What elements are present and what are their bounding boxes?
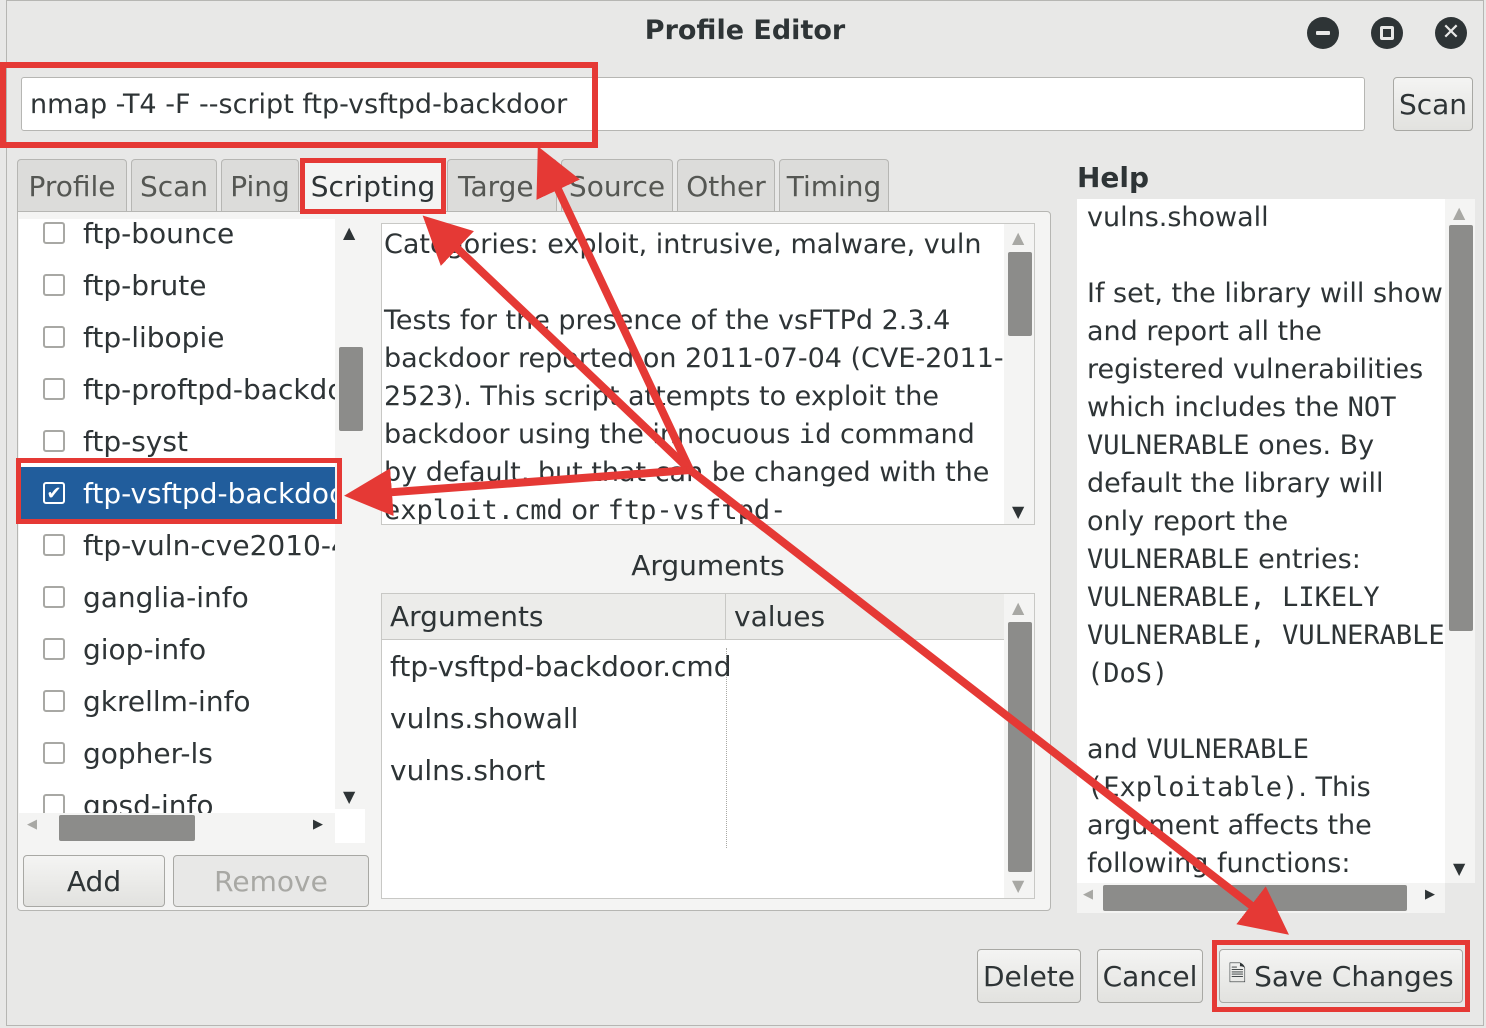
script-list-hscrollbar[interactable]: ◀ ▶ xyxy=(19,813,335,843)
script-list-vscrollbar[interactable]: ▲ ▼ xyxy=(335,219,365,809)
checkbox[interactable] xyxy=(43,586,65,608)
scroll-down-icon[interactable]: ▼ xyxy=(1012,502,1024,521)
scroll-thumb[interactable] xyxy=(1008,622,1032,872)
table-row[interactable]: vulns.short xyxy=(390,754,545,787)
tab-target[interactable]: Targe xyxy=(447,159,557,213)
delete-button[interactable]: Delete xyxy=(977,949,1081,1003)
checkbox[interactable] xyxy=(43,534,65,556)
save-icon: 🗎 xyxy=(1228,962,1247,987)
tab-scripting[interactable]: Scripting xyxy=(303,159,443,213)
scroll-up-icon[interactable]: ▲ xyxy=(1453,203,1465,222)
list-item[interactable]: ftp-bounce xyxy=(19,219,335,259)
tab-ping[interactable]: Ping xyxy=(221,159,299,213)
list-item[interactable]: gkrellm-info xyxy=(19,675,335,727)
list-item[interactable]: ftp-proftpd-backdo xyxy=(19,363,335,415)
scroll-down-icon[interactable]: ▼ xyxy=(1453,859,1465,878)
scan-button[interactable]: Scan xyxy=(1393,77,1473,131)
remove-button[interactable]: Remove xyxy=(173,855,369,907)
table-row[interactable]: vulns.showall xyxy=(390,702,578,735)
maximize-icon[interactable] xyxy=(1371,17,1403,49)
tab-timing[interactable]: Timing xyxy=(779,159,889,213)
script-description: Categories: exploit, intrusive, malware,… xyxy=(381,223,1035,525)
description-text: Categories: exploit, intrusive, malware,… xyxy=(384,229,1004,525)
script-list: ftp-bounce ftp-brute ftp-libopie ftp-pro… xyxy=(19,219,365,843)
cancel-button[interactable]: Cancel xyxy=(1097,949,1203,1003)
profile-editor-window: Profile Editor ✕ Scan Profile Scan Ping … xyxy=(6,0,1484,1026)
scroll-up-icon[interactable]: ▲ xyxy=(343,223,355,242)
table-header: Arguments values xyxy=(382,594,1006,640)
checkbox[interactable] xyxy=(43,222,65,244)
checkmark-icon[interactable]: ✔ xyxy=(43,482,65,504)
tab-other[interactable]: Other xyxy=(677,159,775,213)
title-bar: Profile Editor ✕ xyxy=(7,1,1483,65)
scroll-thumb[interactable] xyxy=(339,347,363,431)
tab-source[interactable]: Source xyxy=(561,159,673,213)
arguments-table: Arguments values ftp-vsftpd-backdoor.cmd… xyxy=(381,593,1035,899)
minimize-icon[interactable] xyxy=(1307,17,1339,49)
column-header-values[interactable]: values xyxy=(726,594,825,639)
tab-bar: Profile Scan Ping Scripting Targe Source… xyxy=(17,159,893,213)
scroll-right-icon[interactable]: ▶ xyxy=(313,817,323,832)
checkbox[interactable] xyxy=(43,378,65,400)
arguments-vscrollbar[interactable]: ▲ ▼ xyxy=(1004,594,1034,898)
scroll-right-icon[interactable]: ▶ xyxy=(1425,887,1435,902)
checkbox[interactable] xyxy=(43,430,65,452)
scroll-up-icon[interactable]: ▲ xyxy=(1012,228,1024,247)
list-item[interactable]: ftp-brute xyxy=(19,259,335,311)
description-vscrollbar[interactable]: ▲ ▼ xyxy=(1004,224,1034,524)
list-item[interactable]: ftp-libopie xyxy=(19,311,335,363)
add-button[interactable]: Add xyxy=(23,855,165,907)
checkbox[interactable] xyxy=(43,326,65,348)
help-vscrollbar[interactable]: ▲ ▼ xyxy=(1445,199,1475,883)
checkbox[interactable] xyxy=(43,638,65,660)
help-hscrollbar[interactable]: ◀ ▶ xyxy=(1077,883,1445,913)
checkbox[interactable] xyxy=(43,690,65,712)
help-label: Help xyxy=(1077,161,1150,194)
list-item[interactable]: ftp-syst xyxy=(19,415,335,467)
column-header-arguments[interactable]: Arguments xyxy=(382,594,726,639)
help-text: vulns.showall If set, the library will s… xyxy=(1087,202,1445,879)
scroll-thumb[interactable] xyxy=(1008,252,1032,336)
window-title: Profile Editor xyxy=(644,15,846,46)
scroll-left-icon[interactable]: ◀ xyxy=(27,817,37,832)
tab-profile[interactable]: Profile xyxy=(17,159,127,213)
scroll-down-icon[interactable]: ▼ xyxy=(343,787,355,806)
checkbox[interactable] xyxy=(43,274,65,296)
list-item[interactable]: giop-info xyxy=(19,623,335,675)
scroll-thumb[interactable] xyxy=(59,815,195,841)
command-input[interactable] xyxy=(21,77,1365,131)
list-item-selected[interactable]: ✔ ftp-vsftpd-backdoo xyxy=(19,467,335,519)
help-panel: vulns.showall If set, the library will s… xyxy=(1077,199,1445,883)
close-icon[interactable]: ✕ xyxy=(1435,17,1467,49)
list-item[interactable]: ganglia-info xyxy=(19,571,335,623)
tab-scan[interactable]: Scan xyxy=(131,159,217,213)
scroll-left-icon[interactable]: ◀ xyxy=(1083,887,1093,902)
arguments-title: Arguments xyxy=(631,549,785,582)
scroll-thumb[interactable] xyxy=(1103,885,1407,911)
table-row[interactable]: ftp-vsftpd-backdoor.cmd xyxy=(390,650,731,683)
scroll-thumb[interactable] xyxy=(1449,225,1473,631)
checkbox[interactable] xyxy=(43,742,65,764)
list-item[interactable]: ftp-vuln-cve2010-4 xyxy=(19,519,335,571)
scroll-up-icon[interactable]: ▲ xyxy=(1012,598,1024,617)
scroll-down-icon[interactable]: ▼ xyxy=(1012,876,1024,895)
save-changes-button[interactable]: 🗎 Save Changes xyxy=(1219,949,1463,1003)
list-item[interactable]: gopher-ls xyxy=(19,727,335,779)
